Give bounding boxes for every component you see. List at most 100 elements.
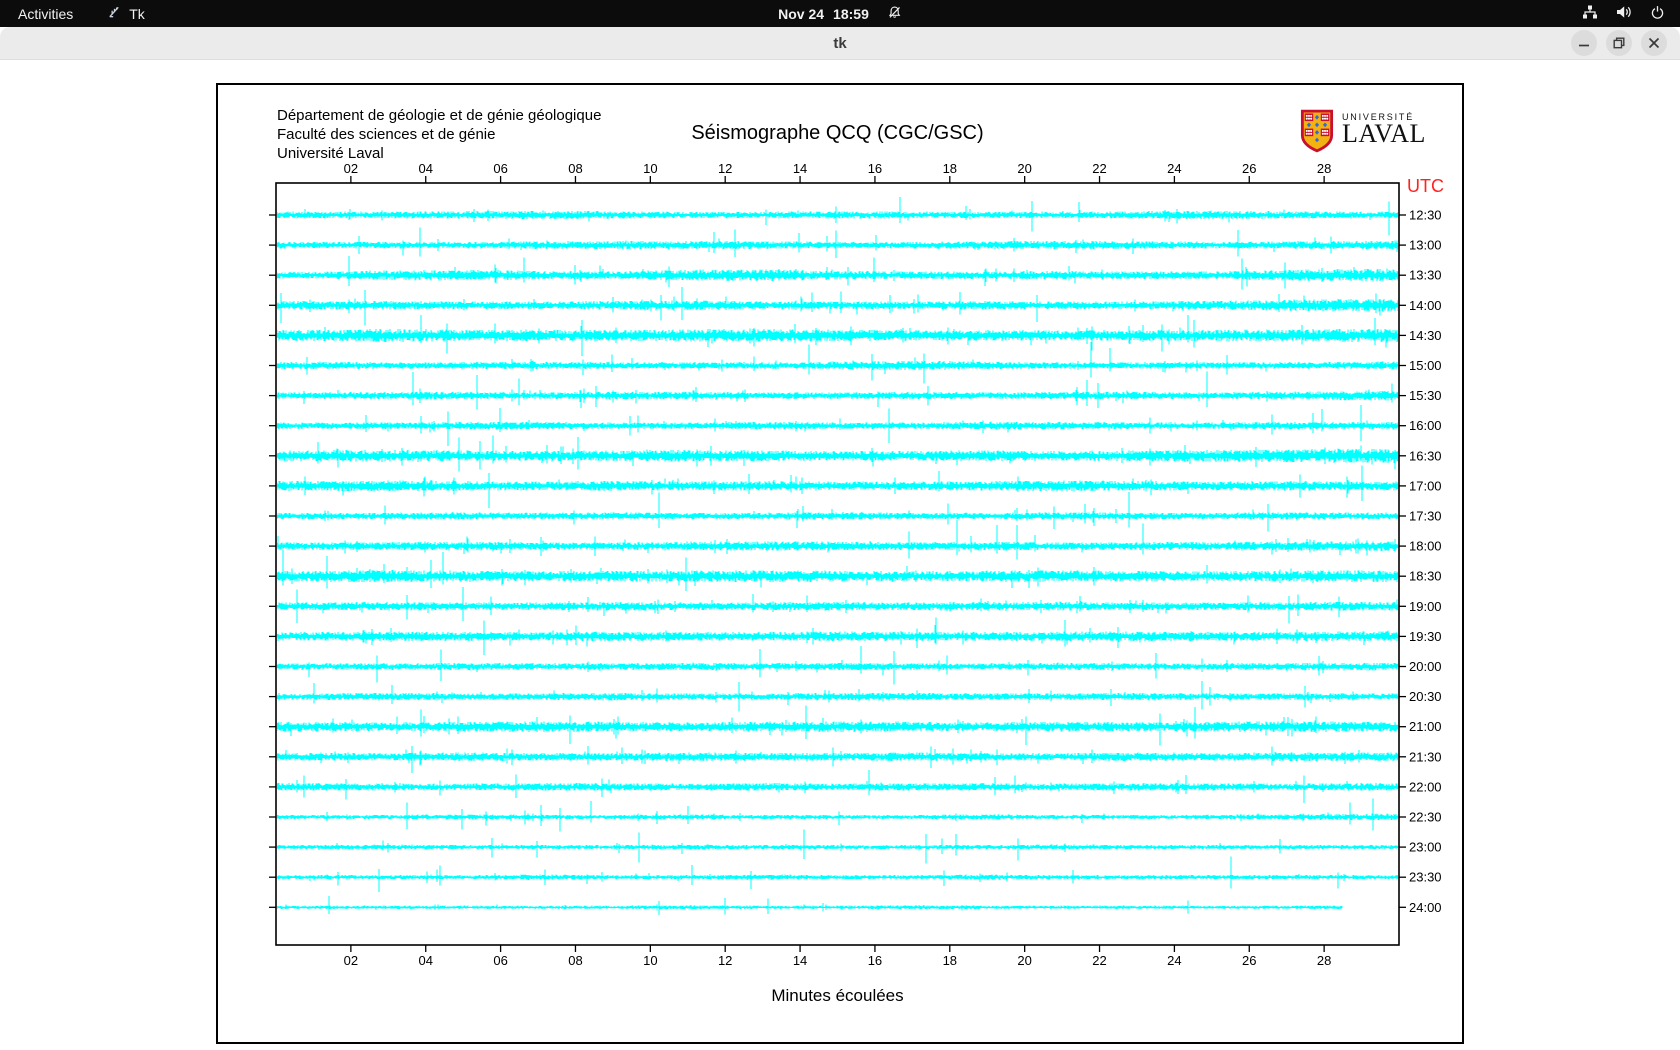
x-tick-bottom-26: 26 (1242, 953, 1256, 968)
time-label-14:00: 14:00 (1409, 298, 1442, 313)
trace-rows (276, 197, 1399, 915)
trace-row-13:00 (276, 227, 1399, 258)
seismograph-plot-svg: 0202040406060808101012121414161618182020… (218, 85, 1462, 1042)
time-label-13:30: 13:30 (1409, 268, 1442, 283)
x-tick-bottom-18: 18 (943, 953, 957, 968)
x-tick-bottom-14: 14 (793, 953, 807, 968)
x-tick-top-26: 26 (1242, 161, 1256, 176)
time-label-14:30: 14:30 (1409, 328, 1442, 343)
trace-row-17:30 (276, 492, 1399, 532)
time-label-17:00: 17:00 (1409, 478, 1442, 493)
x-tick-bottom-02: 02 (344, 953, 358, 968)
trace-row-13:30 (276, 256, 1399, 290)
activities-button[interactable]: Activities (0, 0, 91, 27)
time-label-23:00: 23:00 (1409, 840, 1442, 855)
trace-row-20:00 (276, 646, 1399, 684)
x-tick-top-10: 10 (643, 161, 657, 176)
x-tick-bottom-06: 06 (493, 953, 507, 968)
trace-row-22:30 (276, 798, 1399, 831)
time-label-18:00: 18:00 (1409, 539, 1442, 554)
time-label-20:00: 20:00 (1409, 659, 1442, 674)
clock: Nov 24 18:59 (778, 6, 869, 22)
top-bar-left: Activities Tk (0, 0, 145, 27)
tk-feather-icon (107, 4, 122, 23)
trace-row-21:30 (276, 746, 1399, 773)
close-icon[interactable] (1641, 30, 1667, 56)
time-label-22:30: 22:30 (1409, 810, 1442, 825)
x-tick-top-24: 24 (1167, 161, 1181, 176)
window-controls (1571, 30, 1667, 56)
time-label-23:30: 23:30 (1409, 870, 1442, 885)
row-ticks (269, 215, 1406, 907)
window-titlebar[interactable]: tk (0, 27, 1680, 60)
time-label-22:00: 22:00 (1409, 779, 1442, 794)
x-axis-title: Minutes écoulées (276, 986, 1399, 1006)
x-tick-bottom-04: 04 (418, 953, 432, 968)
seismograph-canvas: Département de géologie et de génie géol… (216, 83, 1464, 1044)
trace-row-18:30 (276, 550, 1399, 591)
time-label-21:30: 21:30 (1409, 749, 1442, 764)
x-tick-top-20: 20 (1017, 161, 1031, 176)
x-tick-top-04: 04 (418, 161, 432, 176)
network-icon (1582, 4, 1598, 23)
time-label-16:00: 16:00 (1409, 418, 1442, 433)
x-tick-bottom-24: 24 (1167, 953, 1181, 968)
trace-row-16:30 (276, 435, 1399, 471)
running-app-label: Tk (129, 6, 145, 22)
trace-row-24:00 (276, 896, 1342, 915)
clock-area[interactable]: Nov 24 18:59 (778, 0, 902, 27)
trace-row-19:30 (276, 617, 1399, 655)
trace-row-20:30 (276, 681, 1399, 712)
clock-time: 18:59 (833, 6, 869, 22)
running-app-button[interactable]: Tk (107, 4, 145, 23)
plot-border (276, 183, 1399, 945)
x-tick-bottom-28: 28 (1317, 953, 1331, 968)
x-tick-top-08: 08 (568, 161, 582, 176)
time-label-16:30: 16:30 (1409, 448, 1442, 463)
x-tick-bottom-08: 08 (568, 953, 582, 968)
x-tick-top-14: 14 (793, 161, 807, 176)
system-status-area[interactable] (1582, 0, 1680, 27)
time-label-13:00: 13:00 (1409, 238, 1442, 253)
trace-row-22:00 (276, 770, 1399, 803)
trace-row-17:00 (276, 466, 1399, 508)
trace-row-19:00 (276, 587, 1399, 624)
time-label-17:30: 17:30 (1409, 509, 1442, 524)
time-label-15:30: 15:30 (1409, 388, 1442, 403)
power-icon (1650, 5, 1665, 23)
x-tick-top-06: 06 (493, 161, 507, 176)
trace-row-15:30 (276, 372, 1399, 410)
desktop-screen: Activities Tk Nov 24 18:59 (0, 0, 1680, 1050)
maximize-button[interactable] (1606, 30, 1632, 56)
trace-row-14:00 (276, 287, 1399, 325)
time-label-24:00: 24:00 (1409, 900, 1442, 915)
trace-row-14:30 (276, 315, 1399, 356)
time-label-18:30: 18:30 (1409, 569, 1442, 584)
minimize-button[interactable] (1571, 30, 1597, 56)
x-tick-top-12: 12 (718, 161, 732, 176)
x-tick-top-22: 22 (1092, 161, 1106, 176)
trace-row-16:00 (276, 405, 1399, 446)
bell-slash-icon (887, 5, 902, 23)
window-title: tk (0, 27, 1680, 59)
time-label-19:00: 19:00 (1409, 599, 1442, 614)
x-tick-bottom-16: 16 (868, 953, 882, 968)
x-tick-top-16: 16 (868, 161, 882, 176)
x-tick-top-18: 18 (943, 161, 957, 176)
time-axis-labels: 12:30 13:00 13:30 14:00 14:30 15:00 15:30 16:00… (1409, 208, 1442, 915)
trace-row-23:30 (276, 857, 1399, 892)
time-label-21:00: 21:00 (1409, 719, 1442, 734)
time-label-15:00: 15:00 (1409, 358, 1442, 373)
activities-label: Activities (18, 6, 73, 22)
time-label-20:30: 20:30 (1409, 689, 1442, 704)
x-tick-bottom-20: 20 (1017, 953, 1031, 968)
x-tick-top-02: 02 (344, 161, 358, 176)
time-label-12:30: 12:30 (1409, 208, 1442, 223)
trace-row-18:00 (276, 520, 1399, 560)
trace-row-21:00 (276, 706, 1399, 746)
gnome-top-bar: Activities Tk Nov 24 18:59 (0, 0, 1680, 27)
time-label-19:30: 19:30 (1409, 629, 1442, 644)
volume-icon (1615, 4, 1633, 23)
trace-row-12:30 (276, 197, 1399, 236)
x-axis-ticks (351, 176, 1324, 952)
